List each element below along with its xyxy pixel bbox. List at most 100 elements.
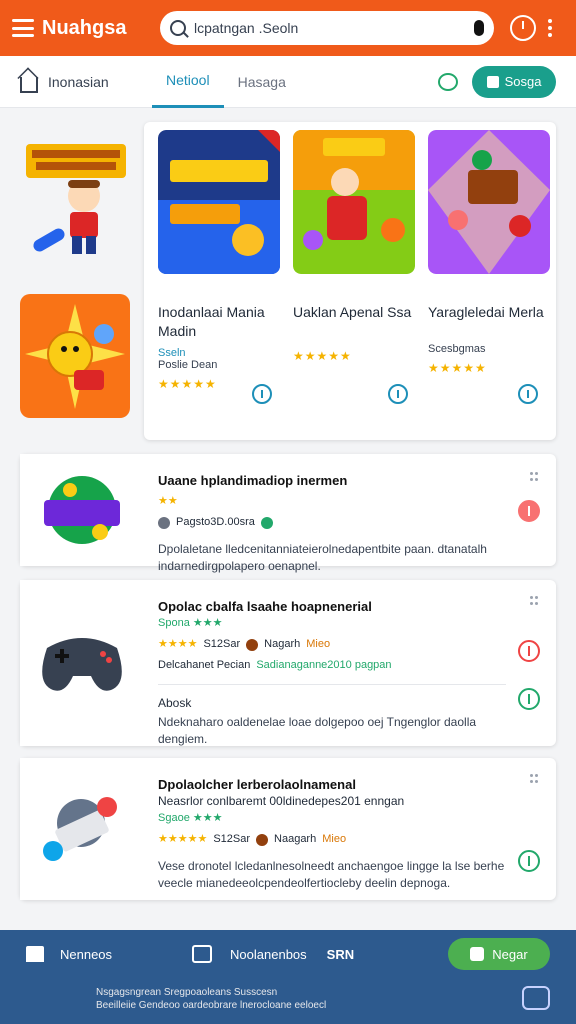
rating-stars: ★★★★★: [293, 349, 352, 363]
list-item-tag: Mieo: [322, 833, 347, 845]
kebab-icon[interactable]: [548, 19, 552, 37]
footer-line-1: Nsgagsngrean Sregpoaoleans Susscesn: [96, 987, 278, 998]
home-icon[interactable]: [20, 76, 38, 93]
grid-icon[interactable]: [522, 986, 550, 1010]
app-title: Nuahgsa: [42, 16, 127, 39]
list-item-subtitle: Abosk: [158, 696, 192, 710]
list-item-meta-text-2: Naagarh: [274, 833, 317, 845]
list-item-body: Opolac cbalfa lsaahe hoapnenerial Spona …: [158, 598, 506, 748]
bottom-nav-num-label: SRN: [326, 946, 355, 962]
list-item-tag: Mieo: [306, 638, 331, 650]
search-bar[interactable]: [160, 11, 494, 45]
bottom-nav-row: Nenneos Noolanenbos SRN Negar: [0, 930, 576, 978]
top-app-bar: Nuahgsa: [0, 0, 576, 56]
list-item-icon-area: [20, 580, 144, 746]
game-character-art[interactable]: [22, 138, 130, 266]
tab-bar: Inonasian Netiool Hasaga Sosga: [0, 56, 576, 108]
list-item[interactable]: Opolac cbalfa lsaahe hoapnenerial Spona …: [20, 580, 556, 746]
game-thumbnail[interactable]: [428, 130, 550, 274]
list-item-title: Dpolaolcher lerberolaolnamenal: [158, 777, 356, 792]
author-icon: [158, 516, 170, 529]
header-cta-label: Sosga: [504, 74, 542, 89]
check-icon: [260, 516, 273, 529]
game-thumbnail[interactable]: [158, 130, 280, 274]
list-item-meta-text: S12Sar: [203, 638, 241, 650]
list-item-description: Dpolaletane lledcenitanniateierolnedapen…: [158, 542, 487, 573]
alert-icon[interactable]: [518, 500, 540, 522]
rating-stars: ★★★★★: [428, 361, 487, 375]
list-item-meta: ★★: [158, 493, 506, 510]
home-icon[interactable]: [26, 946, 44, 962]
info-icon[interactable]: [518, 384, 538, 404]
list-item-title: Opolac cbalfa lsaahe hoapnenerial: [158, 599, 372, 614]
featured-subtitle-2: Poslie Dean: [158, 359, 218, 371]
game-mascot-art[interactable]: [20, 294, 130, 418]
drag-handle-icon[interactable]: [530, 472, 538, 482]
list-item-meta-text: Pagsto3D.00sra: [176, 516, 255, 528]
header-cta-button[interactable]: Sosga: [472, 65, 556, 98]
list-item-subtitle: Neasrlor conlbaremt 00ldinedepes201 enng…: [158, 794, 405, 808]
list-item-body: Uaane hplandimadiop inermen ★★ Pagsto3D.…: [158, 472, 506, 575]
bottom-cta-button[interactable]: Negar: [448, 938, 550, 970]
list-item-label: Spona ★★★: [158, 617, 223, 629]
list-item-description: Vese dronotel lcledanlnesolneedt anchaen…: [158, 859, 505, 890]
list-item-sub-description: Ndeknaharo oaldenelae loae dolgepoo oej …: [158, 715, 477, 746]
alert-icon[interactable]: [518, 640, 540, 662]
featured-card[interactable]: Uaklan Apenal Ssa ★★★★★: [293, 130, 415, 363]
list-item-meta-2: Pagsto3D.00sra: [158, 514, 506, 531]
avatar: [246, 638, 259, 651]
list-item-icon-area: [20, 454, 144, 566]
info-icon[interactable]: [518, 688, 540, 710]
featured-card[interactable]: Yaragleledai Merla Scesbgmas ★★★★★: [428, 130, 550, 375]
rating-stars: ★★★★: [158, 638, 198, 650]
list-item-label: Sgaoe ★★★: [158, 812, 223, 824]
tab-home[interactable]: Inonasian: [48, 56, 152, 108]
rating-stars: ★★: [158, 495, 178, 507]
avatar: [256, 833, 269, 846]
info-icon[interactable]: [252, 384, 272, 404]
bag-icon: [470, 947, 485, 961]
list-item-desc-row: Delcahanet Pecian Sadianaganne2010 pagpa…: [158, 657, 506, 674]
featured-subtitle: Sseln: [158, 347, 186, 359]
search-input[interactable]: [194, 20, 474, 36]
list-item[interactable]: Uaane hplandimadiop inermen ★★ Pagsto3D.…: [20, 454, 556, 573]
rating-stars: ★★★★★: [158, 833, 208, 845]
list-item-meta-text: S12Sar: [213, 833, 251, 845]
search-icon: [170, 20, 186, 36]
drag-handle-icon[interactable]: [530, 774, 538, 784]
bottom-cta-label: Negar: [492, 946, 528, 962]
list-item-meta-text-2: Nagarh: [264, 638, 301, 650]
featured-card[interactable]: Inodanlaai Mania Madin Sseln Poslie Dean…: [158, 130, 280, 391]
list-item-description: Delcahanet Pecian: [158, 659, 251, 671]
drag-handle-icon[interactable]: [530, 596, 538, 606]
gamepad-icon[interactable]: [37, 628, 127, 698]
bottom-navigation: Nenneos Noolanenbos SRN Negar Nsgagsngre…: [0, 930, 576, 1024]
list-item-link[interactable]: Sadianaganne2010 pagpan: [256, 657, 391, 674]
divider: [158, 684, 506, 685]
tab-active[interactable]: Netiool: [152, 56, 224, 108]
featured-title: Yaragleledai Merla: [428, 304, 544, 320]
bottom-footer-text: Nsgagsngrean Sregpoaoleans Susscesn Beei…: [0, 978, 576, 1012]
list-item-title: Uaane hplandimadiop inermen: [158, 473, 348, 488]
bag-icon: [486, 75, 499, 88]
list-item-icon-area: [20, 758, 144, 900]
info-icon[interactable]: [518, 850, 540, 872]
mic-icon[interactable]: [474, 20, 484, 36]
list-item[interactable]: Dpolaolcher lerberolaolnamenal Neasrlor …: [20, 758, 556, 900]
info-icon[interactable]: [388, 384, 408, 404]
game-logo-icon[interactable]: [40, 470, 124, 550]
list-item-meta: ★★★★ S12Sar Nagarh Mieo: [158, 636, 506, 653]
menu-icon[interactable]: [12, 19, 34, 37]
game-thumbnail[interactable]: [293, 130, 415, 274]
featured-games-panel: Inodanlaai Mania Madin Sseln Poslie Dean…: [144, 122, 556, 440]
tab-third[interactable]: Hasaga: [224, 56, 300, 108]
featured-subtitle-2: Scesbgmas: [428, 343, 486, 355]
shield-icon[interactable]: [192, 945, 213, 963]
footer-line-2: Beeilleiie Gendeoo oardeobrare lnerocloa…: [96, 1000, 327, 1011]
game-item-icon[interactable]: [37, 789, 127, 869]
clock-icon[interactable]: [510, 15, 536, 41]
list-item-meta: ★★★★★ S12Sar Naagarh Mieo: [158, 831, 506, 848]
chat-icon[interactable]: [438, 72, 458, 91]
bottom-nav-mid-label[interactable]: Noolanenbos: [230, 947, 307, 962]
bottom-nav-home-label[interactable]: Nenneos: [60, 947, 112, 962]
